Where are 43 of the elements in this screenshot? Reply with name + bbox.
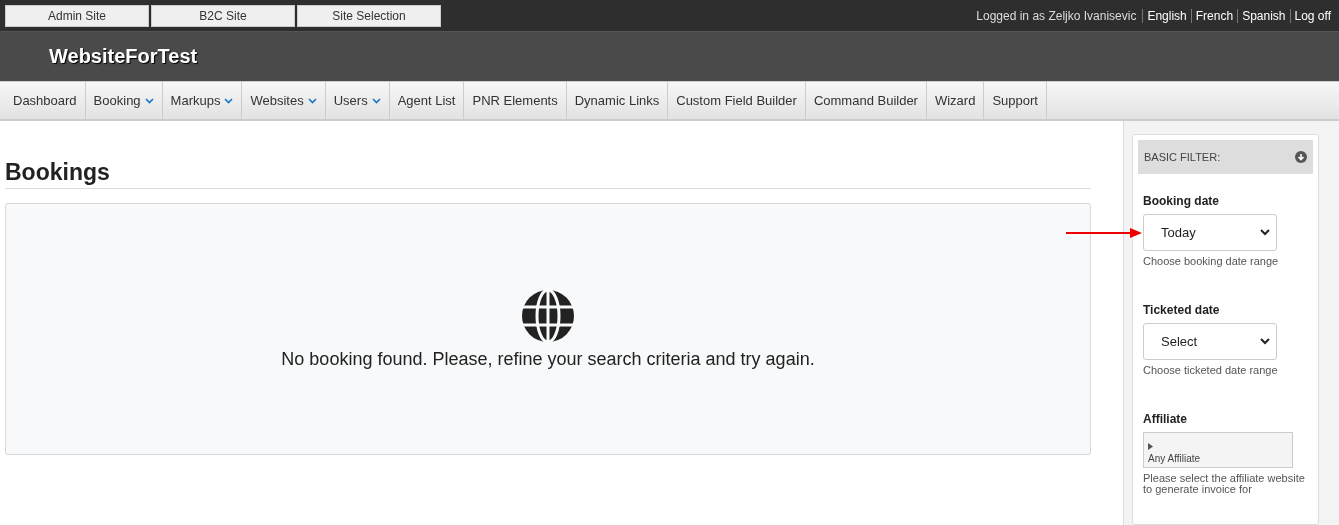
user-greeting: Logged in as Zeljko Ivanisevic [976,8,1137,23]
list-box[interactable]: Any Affiliate [1143,432,1293,468]
header-link[interactable]: Log off [1289,8,1334,23]
nav-tab[interactable]: PNR Elements [464,82,567,119]
header-link[interactable]: English [1142,8,1190,23]
chevron-down-icon [307,97,317,104]
field-help: Choose ticketed date range [1143,365,1279,376]
nav-tab[interactable]: Wizard [926,82,985,119]
field-help: Please select the affiliate website to generate invoice for [1143,473,1306,495]
globe-icon [521,288,575,343]
chevron-down-icon [224,97,234,104]
field-label: Booking date [1143,194,1220,208]
header-link[interactable]: Spanish [1237,8,1289,23]
site-button[interactable]: Admin Site [5,4,149,27]
empty-message: No booking found. Please, refine your search criteria and try again. [281,348,815,370]
nav-tab[interactable]: Dashboard [5,82,86,119]
list-option[interactable]: Any Affiliate [1148,453,1201,464]
filter-title: BASIC FILTER: [1144,151,1221,163]
field-help: Choose booking date range [1143,256,1280,267]
site-button[interactable]: Site Selection [297,4,441,27]
chevron-down-icon [1260,229,1270,236]
dropdown-select[interactable]: Select [1143,323,1277,360]
site-button[interactable]: B2C Site [151,4,295,27]
chevron-down-icon [1260,338,1270,345]
nav-tab[interactable]: Websites [242,82,326,119]
site-title: WebsiteForTest [49,45,198,68]
expand-triangle-icon [1148,443,1153,450]
header-link[interactable]: French [1190,8,1237,23]
nav-tab[interactable]: Agent List [389,82,465,119]
nav-tab[interactable]: Dynamic Links [566,82,669,119]
field-label: Affiliate [1143,412,1188,426]
page-title: Bookings [5,159,1091,189]
chevron-down-icon [144,97,154,104]
nav-tab[interactable]: Command Builder [805,82,927,119]
nav-tab[interactable]: Users [325,82,390,119]
download-circle-icon [1295,151,1307,163]
nav-tab[interactable]: Custom Field Builder [668,82,806,119]
nav-tab[interactable]: Booking [85,82,163,119]
nav-tab[interactable]: Markups [162,82,243,119]
field-label: Ticketed date [1143,303,1221,317]
chevron-down-icon [371,97,381,104]
filter-header[interactable]: BASIC FILTER: [1138,140,1313,174]
nav-tab[interactable]: Support [984,82,1047,119]
